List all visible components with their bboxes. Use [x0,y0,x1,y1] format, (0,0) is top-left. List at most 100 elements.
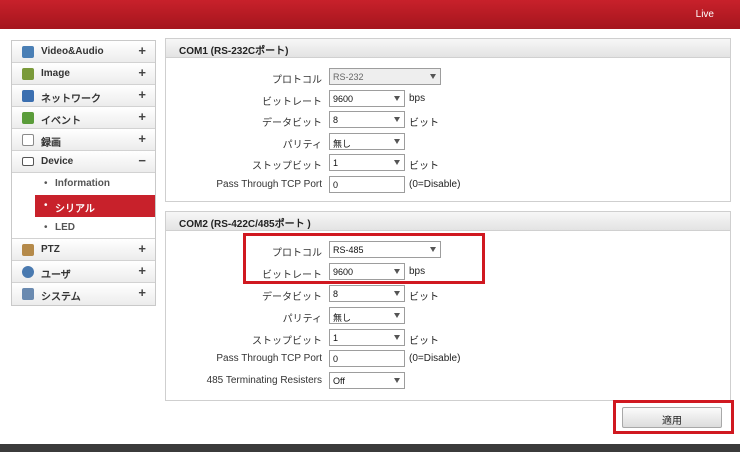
sidebar-item-video-audio[interactable]: Video&Audio + [12,41,155,63]
expand-icon[interactable]: + [138,263,146,278]
collapse-icon[interactable]: − [138,153,146,168]
expand-icon[interactable]: + [138,131,146,146]
dropdown-arrow-icon [394,378,400,383]
sidebar-subitem-label: LED [55,222,75,233]
com1-tcp-port-input[interactable]: 0 [329,176,405,193]
sidebar-item-device[interactable]: Device − [12,151,155,173]
unit-label: ビット [409,161,439,172]
protocol-label: プロトコル [272,75,322,86]
unit-label: ビット [409,118,439,129]
sidebar-subitem-led[interactable]: • LED [12,217,155,239]
com2-tcp-port-input[interactable]: 0 [329,350,405,367]
com2-parity-row: パリティ 無し [166,307,730,325]
dropdown-arrow-icon [394,117,400,122]
sidebar-item-network[interactable]: ネットワーク + [12,85,155,107]
com1-stopbits-select[interactable]: 1 [329,154,405,171]
dropdown-arrow-icon [394,313,400,318]
image-icon [22,68,34,80]
sidebar-item-label: PTZ [41,244,60,255]
com1-protocol-select[interactable]: RS-232 [329,68,441,85]
sidebar-item-label: Device [41,156,74,167]
unit-label: bps [409,93,426,104]
dropdown-arrow-icon [430,74,436,79]
databits-label: データビット [262,118,322,129]
sidebar-item-label: システム [41,292,81,303]
event-icon [22,112,34,124]
com2-databits-row: データビット 8 ビット [166,285,730,303]
sidebar-subitem-label: シリアル [55,204,95,215]
device-icon [22,157,34,166]
sidebar-item-event[interactable]: イベント + [12,107,155,129]
recording-icon [22,134,34,146]
system-icon [22,288,34,300]
top-bar: Live [0,0,740,29]
tcp-port-label: Pass Through TCP Port [216,179,322,190]
dropdown-arrow-icon [394,160,400,165]
sidebar-subitem-label: Information [55,178,110,189]
sidebar-subitem-information[interactable]: • Information [12,173,155,195]
dropdown-arrow-icon [394,96,400,101]
bitrate-label: ビットレート [262,97,322,108]
com1-bitrate-row: ビットレート 9600 bps [166,90,730,108]
bottom-bar [0,444,740,452]
databits-label: データビット [262,292,322,303]
com2-tcp-row: Pass Through TCP Port 0 (0=Disable) [166,350,730,368]
com2-databits-select[interactable]: 8 [329,285,405,302]
stopbits-label: ストップビット [252,161,322,172]
sidebar-item-label: 録画 [41,138,61,149]
com2-stopbits-row: ストップビット 1 ビット [166,329,730,347]
user-icon [22,266,34,278]
expand-icon[interactable]: + [138,241,146,256]
sidebar-item-label: Video&Audio [41,46,104,57]
apply-button[interactable]: 適用 [622,407,722,428]
tcp-port-label: Pass Through TCP Port [216,353,322,364]
sidebar-item-image[interactable]: Image + [12,63,155,85]
com1-databits-select[interactable]: 8 [329,111,405,128]
bullet-icon: • [44,178,48,189]
com1-databits-row: データビット 8 ビット [166,111,730,129]
bullet-icon: • [44,200,48,211]
com1-panel: COM1 (RS-232Cポート) プロトコル RS-232 ビットレート 96… [165,38,731,202]
expand-icon[interactable]: + [138,65,146,80]
sidebar-item-label: イベント [41,116,81,127]
sidebar-item-user[interactable]: ユーザ + [12,261,155,283]
stopbits-label: ストップビット [252,336,322,347]
highlight-box [243,233,485,284]
expand-icon[interactable]: + [138,109,146,124]
ptz-icon [22,244,34,256]
terminating-label: 485 Terminating Resisters [206,375,322,386]
live-link[interactable]: Live [696,9,714,20]
com1-bitrate-select[interactable]: 9600 [329,90,405,107]
unit-label: ビット [409,292,439,303]
expand-icon[interactable]: + [138,87,146,102]
sidebar-item-label: ユーザ [41,270,71,281]
dropdown-arrow-icon [394,291,400,296]
sidebar-item-label: Image [41,68,70,79]
bullet-icon: • [44,222,48,233]
sidebar-item-label: ネットワーク [41,94,101,105]
dropdown-arrow-icon [394,139,400,144]
sidebar-item-ptz[interactable]: PTZ + [12,239,155,261]
sidebar-nav: Video&Audio + Image + ネットワーク + イベント + 録画… [11,40,156,306]
unit-label: ビット [409,336,439,347]
video-audio-icon [22,46,34,58]
parity-label: パリティ [282,140,322,151]
sidebar-subitem-serial[interactable]: • シリアル [35,195,155,217]
sidebar-item-recording[interactable]: 録画 + [12,129,155,151]
com2-stopbits-select[interactable]: 1 [329,329,405,346]
com2-terminating-select[interactable]: Off [329,372,405,389]
network-icon [22,90,34,102]
com2-terminating-row: 485 Terminating Resisters Off [166,372,730,390]
com1-protocol-row: プロトコル RS-232 [166,68,730,86]
parity-label: パリティ [282,314,322,325]
com1-title: COM1 (RS-232Cポート) [166,39,730,58]
sidebar-item-system[interactable]: システム + [12,283,155,305]
expand-icon[interactable]: + [138,43,146,58]
com1-stopbits-row: ストップビット 1 ビット [166,154,730,172]
com2-parity-select[interactable]: 無し [329,307,405,324]
com1-parity-row: パリティ 無し [166,133,730,151]
com1-parity-select[interactable]: 無し [329,133,405,150]
expand-icon[interactable]: + [138,285,146,300]
dropdown-arrow-icon [394,335,400,340]
com2-title: COM2 (RS-422C/485ポート ) [166,212,730,231]
